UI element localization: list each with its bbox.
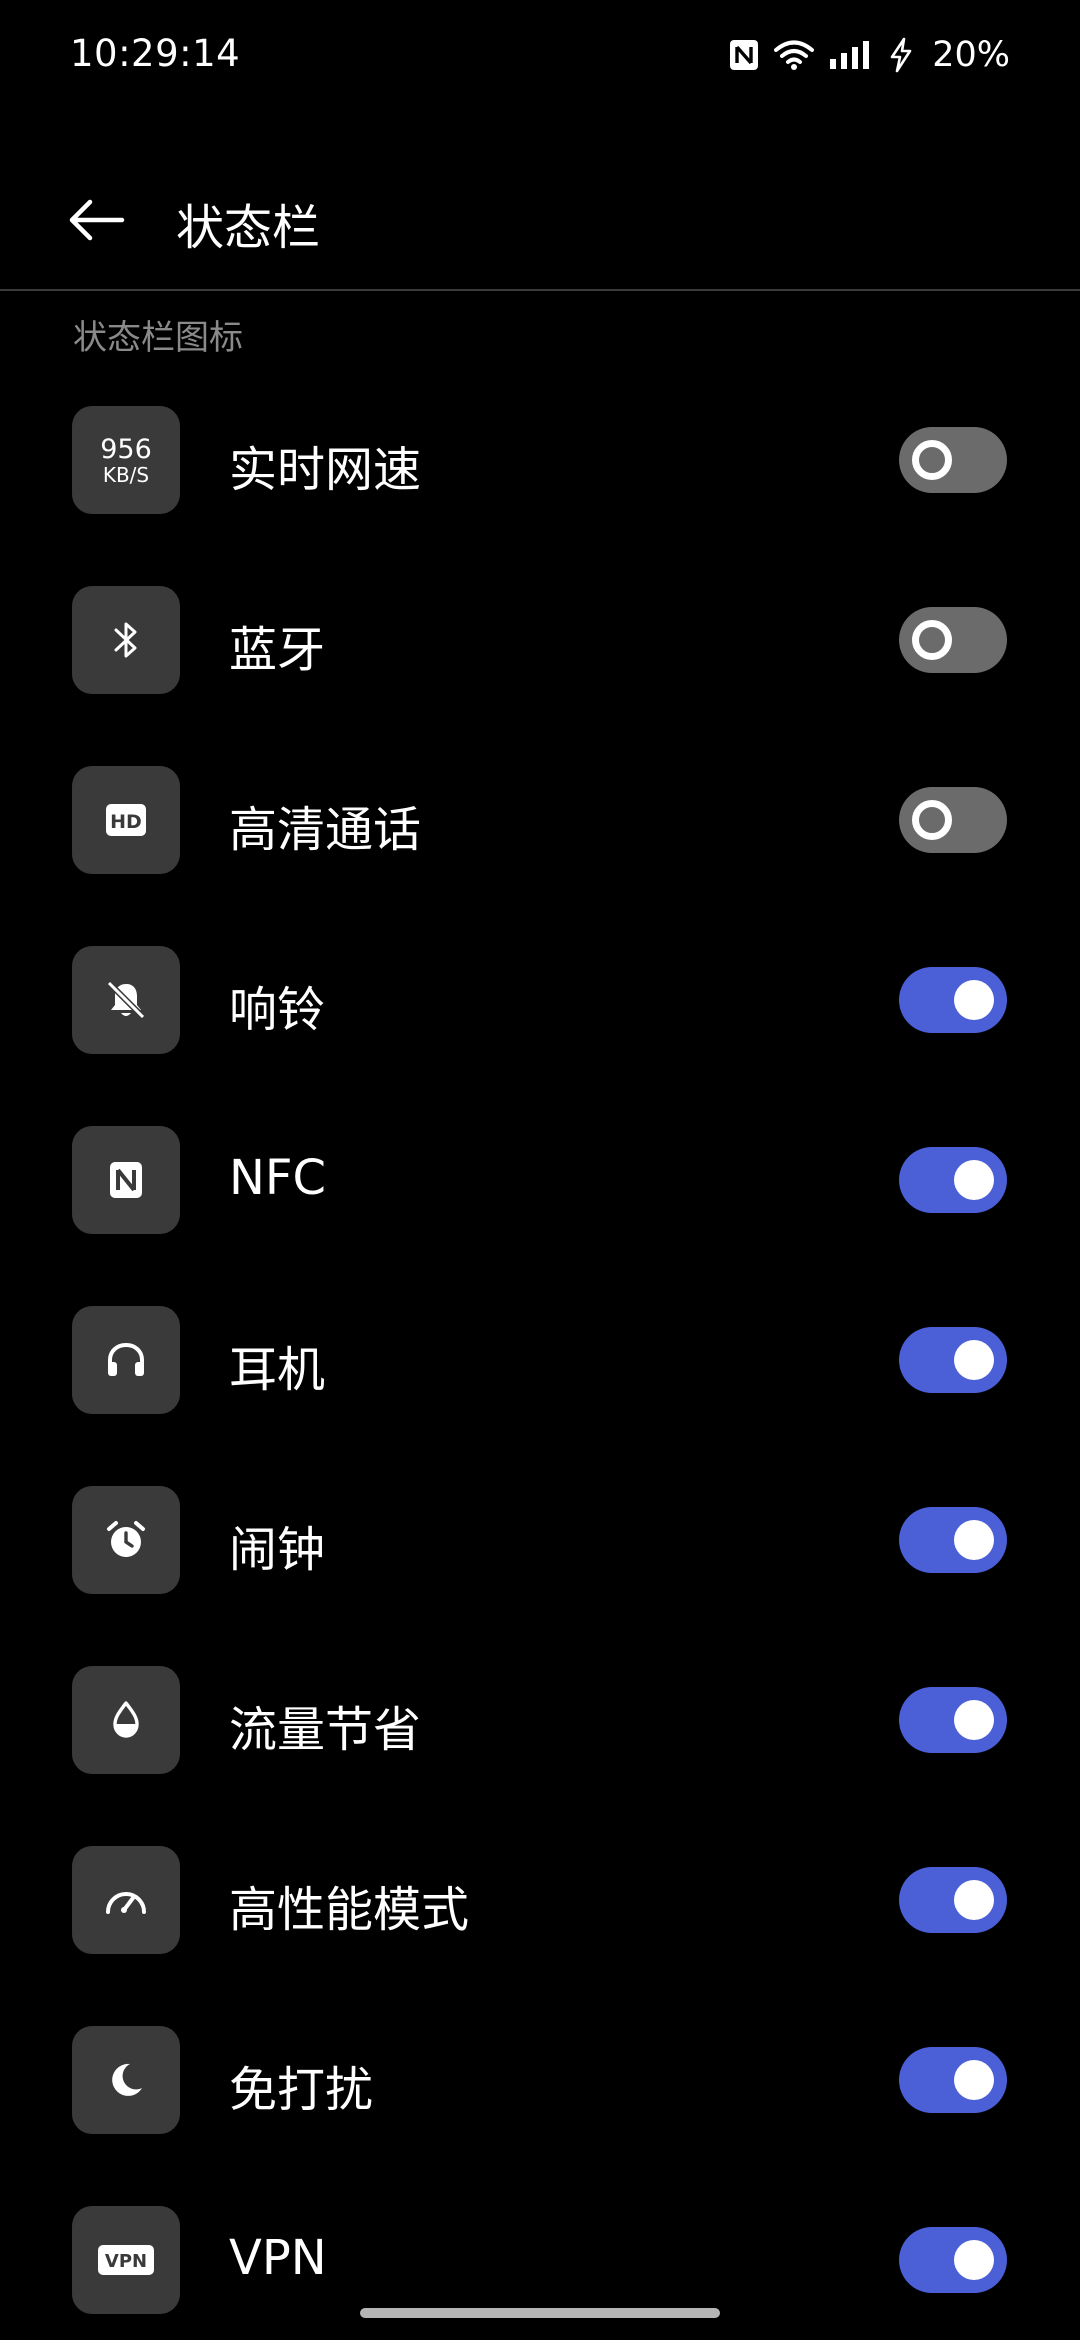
item-label: 实时网速 [229, 442, 422, 498]
battery-percentage: 20% [932, 35, 1010, 75]
page-title: 状态栏 [176, 200, 321, 256]
charging-icon [888, 37, 914, 73]
hd-call-icon: HD [72, 766, 180, 874]
data-saver-icon [72, 1666, 180, 1774]
wifi-icon [774, 39, 815, 71]
item-label: 免打扰 [229, 2062, 374, 2118]
list-item-network-speed[interactable]: 956 KB/S 实时网速 [0, 385, 1080, 535]
toggle-do-not-disturb[interactable] [899, 2047, 1007, 2113]
list-item-bluetooth[interactable]: 蓝牙 [0, 565, 1080, 715]
list-item-data-saver[interactable]: 流量节省 [0, 1645, 1080, 1795]
nfc-icon [72, 1126, 180, 1234]
toggle-knob [912, 620, 952, 660]
item-label: VPN [229, 2230, 327, 2286]
back-button[interactable] [56, 180, 136, 260]
toggle-ringer[interactable] [899, 967, 1007, 1033]
ringer-muted-icon [72, 946, 180, 1054]
toggle-knob [912, 440, 952, 480]
item-label: 耳机 [229, 1342, 326, 1398]
toggle-hd-call[interactable] [899, 787, 1007, 853]
toggle-knob [954, 2240, 994, 2280]
list-item-hd-call[interactable]: HD 高清通话 [0, 745, 1080, 895]
vpn-icon-text: VPN [105, 2251, 147, 2272]
item-label: 高性能模式 [229, 1882, 470, 1938]
performance-mode-icon [72, 1846, 180, 1954]
bluetooth-icon [72, 586, 180, 694]
list-item-do-not-disturb[interactable]: 免打扰 [0, 2005, 1080, 2155]
arrow-left-icon [69, 199, 125, 241]
section-label: 状态栏图标 [73, 318, 243, 358]
hd-icon-text: HD [110, 811, 142, 833]
status-bar: 10:29:14 20% [0, 0, 1080, 110]
toggle-knob [954, 1340, 994, 1380]
network-speed-icon: 956 KB/S [72, 406, 180, 514]
signal-icon [828, 39, 874, 71]
toggle-performance-mode[interactable] [899, 1867, 1007, 1933]
header-divider [0, 289, 1080, 291]
list-item-headphones[interactable]: 耳机 [0, 1285, 1080, 1435]
list-item-nfc[interactable]: NFC [0, 1105, 1080, 1255]
netspeed-value: 956 [100, 433, 152, 465]
alarm-icon [72, 1486, 180, 1594]
toggle-knob [954, 1520, 994, 1560]
moon-icon [72, 2026, 180, 2134]
toggle-headphones[interactable] [899, 1327, 1007, 1393]
list-item-alarm[interactable]: 闹钟 [0, 1465, 1080, 1615]
toggle-data-saver[interactable] [899, 1687, 1007, 1753]
item-label: 流量节省 [229, 1702, 422, 1758]
header: 状态栏 [0, 160, 1080, 290]
toggle-knob [912, 800, 952, 840]
item-label: 蓝牙 [229, 622, 326, 678]
toggle-knob [954, 1700, 994, 1740]
home-indicator[interactable] [360, 2308, 720, 2318]
toggle-network-speed[interactable] [899, 427, 1007, 493]
list-item-performance-mode[interactable]: 高性能模式 [0, 1825, 1080, 1975]
toggle-alarm[interactable] [899, 1507, 1007, 1573]
item-label: 高清通话 [229, 802, 422, 858]
toggle-knob [954, 1160, 994, 1200]
toggle-knob [954, 980, 994, 1020]
nfc-icon [728, 38, 760, 72]
headphones-icon [72, 1306, 180, 1414]
item-label: 响铃 [229, 982, 326, 1038]
list-item-ringer[interactable]: 响铃 [0, 925, 1080, 1075]
vpn-icon: VPN [72, 2206, 180, 2314]
toggle-bluetooth[interactable] [899, 607, 1007, 673]
status-icons: 20% [728, 30, 1010, 80]
toggle-vpn[interactable] [899, 2227, 1007, 2293]
toggle-knob [954, 2060, 994, 2100]
item-label: NFC [229, 1150, 327, 1206]
toggle-nfc[interactable] [899, 1147, 1007, 1213]
item-label: 闹钟 [229, 1522, 326, 1578]
status-time: 10:29:14 [70, 32, 241, 75]
netspeed-unit: KB/S [102, 462, 150, 487]
toggle-knob [954, 1880, 994, 1920]
